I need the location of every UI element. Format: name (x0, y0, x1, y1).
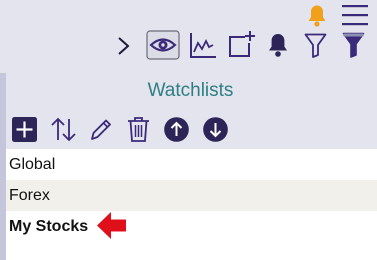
delete-icon[interactable] (127, 116, 150, 143)
red-arrow-icon (96, 210, 127, 241)
list-item[interactable]: Global (6, 149, 377, 180)
list-item[interactable]: My Stocks (6, 211, 377, 242)
move-up-icon[interactable] (164, 117, 189, 142)
panel-title: Watchlists (147, 80, 234, 101)
watchlist-list: Global Forex My Stocks (6, 149, 377, 260)
filter-outline-icon[interactable] (304, 33, 327, 58)
hamburger-menu-icon[interactable] (341, 4, 369, 26)
add-window-icon[interactable] (228, 30, 256, 58)
sort-icon[interactable] (50, 117, 77, 142)
play-icon[interactable] (117, 36, 130, 56)
eye-icon[interactable] (146, 30, 180, 60)
bell-icon[interactable] (267, 32, 289, 58)
list-item[interactable]: Forex (6, 180, 377, 211)
move-down-icon[interactable] (203, 117, 228, 142)
add-icon[interactable] (12, 117, 37, 142)
alert-bell-icon[interactable] (307, 4, 327, 28)
filter-filled-icon[interactable] (342, 32, 365, 58)
edit-icon[interactable] (89, 117, 113, 142)
chart-line-icon[interactable] (189, 32, 217, 59)
